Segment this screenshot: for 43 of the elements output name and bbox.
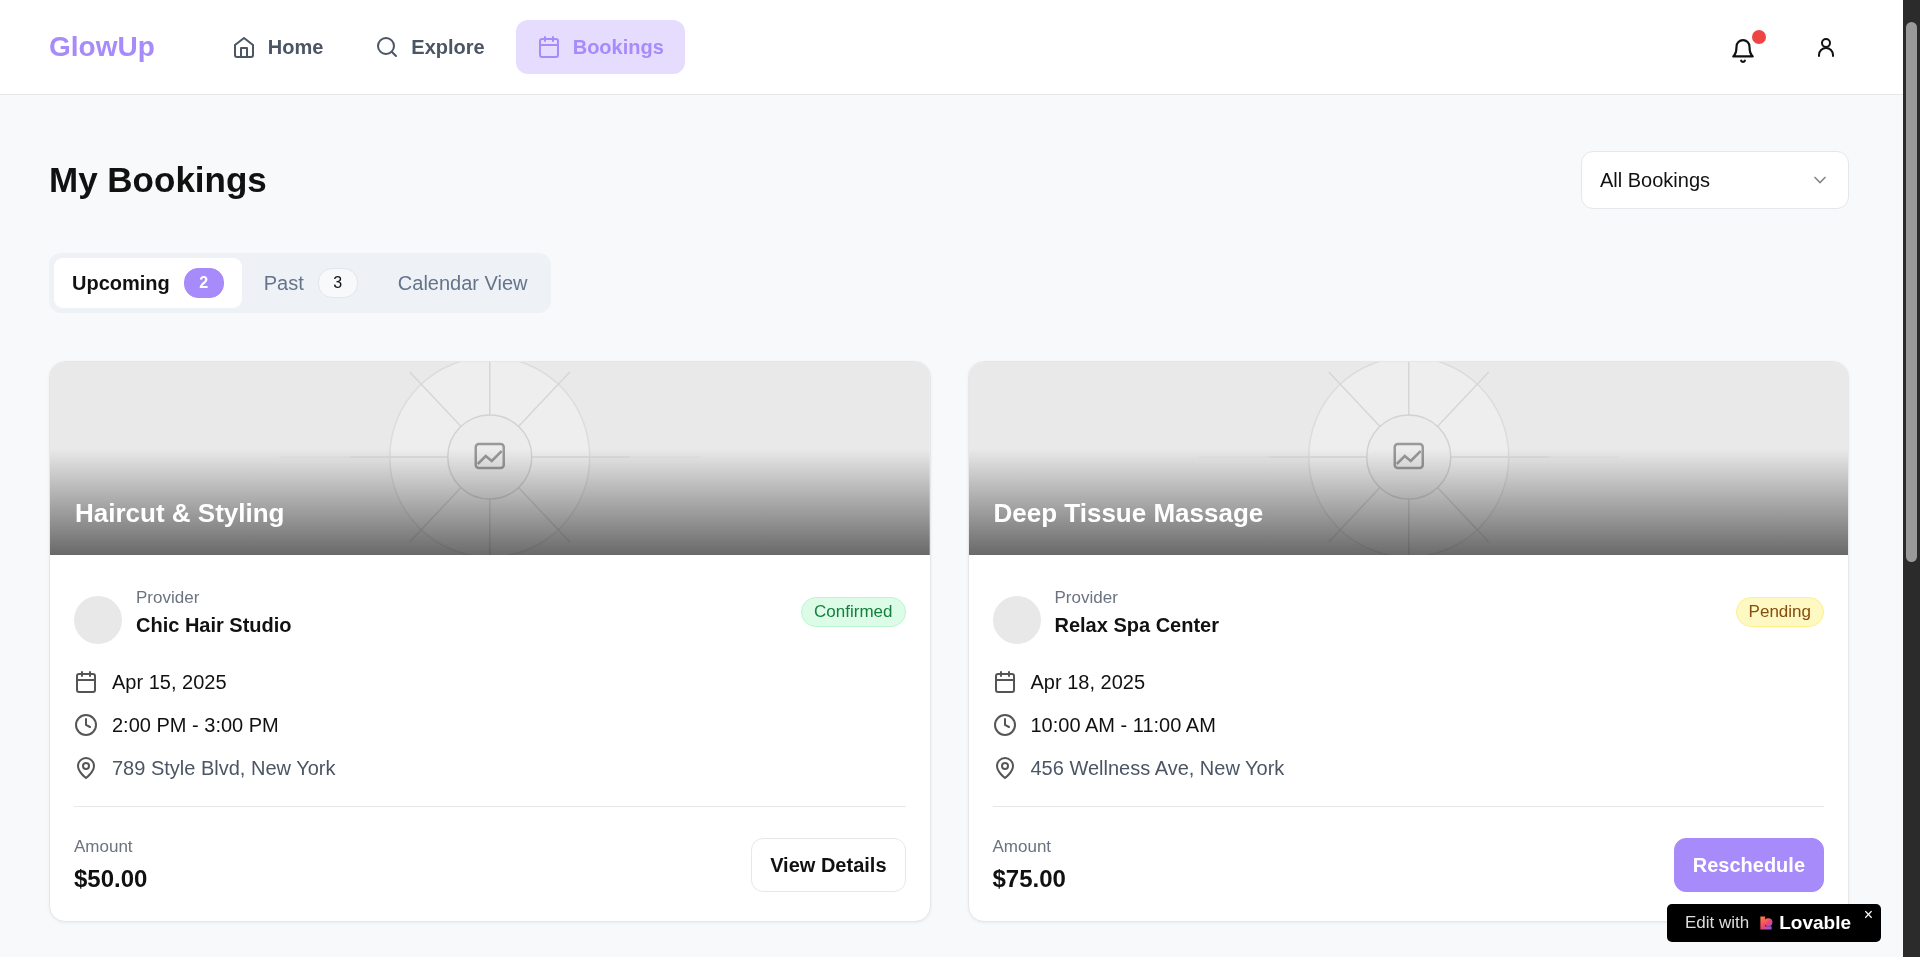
booking-date: Apr 15, 2025 bbox=[112, 670, 227, 694]
amount-label: Amount bbox=[74, 837, 134, 857]
nav-link[interactable]: Home bbox=[210, 20, 345, 74]
booking-time: 2:00 PM - 3:00 PM bbox=[112, 713, 279, 737]
filter-dropdown[interactable]: All Bookings bbox=[1581, 151, 1849, 209]
home-icon bbox=[231, 35, 256, 59]
amount-value: $50.00 bbox=[74, 865, 148, 893]
clock-icon bbox=[74, 713, 98, 737]
amount-value: $75.00 bbox=[992, 865, 1066, 893]
heart-icon bbox=[1758, 915, 1775, 931]
booking-time: 10:00 AM - 11:00 AM bbox=[1030, 713, 1216, 737]
bell-icon bbox=[1730, 38, 1756, 64]
tab[interactable]: Past 3 bbox=[245, 258, 376, 308]
status-badge: Pending bbox=[1735, 597, 1824, 627]
service-title: Haircut & Styling bbox=[75, 498, 285, 529]
tab[interactable]: Calendar View bbox=[379, 258, 546, 308]
close-button[interactable]: × bbox=[1863, 906, 1873, 924]
count-badge: 2 bbox=[183, 268, 224, 298]
search-icon bbox=[375, 35, 400, 59]
provider-label: Provider bbox=[136, 588, 201, 608]
map-pin-icon bbox=[74, 756, 98, 780]
edit-with-text: Edit with bbox=[1684, 913, 1750, 933]
booking-date: Apr 18, 2025 bbox=[1030, 670, 1146, 694]
calendar-icon bbox=[536, 35, 561, 59]
calendar-icon bbox=[992, 670, 1017, 694]
edit-with-badge[interactable]: Edit with Lovable × bbox=[1666, 904, 1881, 942]
clock-icon bbox=[992, 713, 1017, 737]
scrollbar[interactable] bbox=[1903, 0, 1920, 957]
page-title: My Bookings bbox=[49, 160, 267, 200]
nav-link[interactable]: Explore bbox=[354, 20, 506, 74]
amount-label: Amount bbox=[992, 837, 1053, 857]
calendar-icon bbox=[74, 670, 98, 694]
booking-address: 456 Wellness Ave, New York bbox=[1030, 756, 1285, 780]
provider-name: Chic Hair Studio bbox=[136, 614, 292, 637]
brand-name: Lovable bbox=[1779, 912, 1851, 934]
status-badge: Confirmed bbox=[801, 597, 906, 627]
service-title: Deep Tissue Massage bbox=[993, 498, 1264, 529]
provider-label: Provider bbox=[1054, 588, 1119, 608]
booking-address: 789 Style Blvd, New York bbox=[112, 756, 336, 780]
action-button[interactable]: View Details bbox=[751, 838, 906, 892]
count-badge: 3 bbox=[317, 268, 358, 298]
provider-name: Relax Spa Center bbox=[1054, 614, 1219, 637]
tab[interactable]: Upcoming 2 bbox=[54, 258, 242, 308]
